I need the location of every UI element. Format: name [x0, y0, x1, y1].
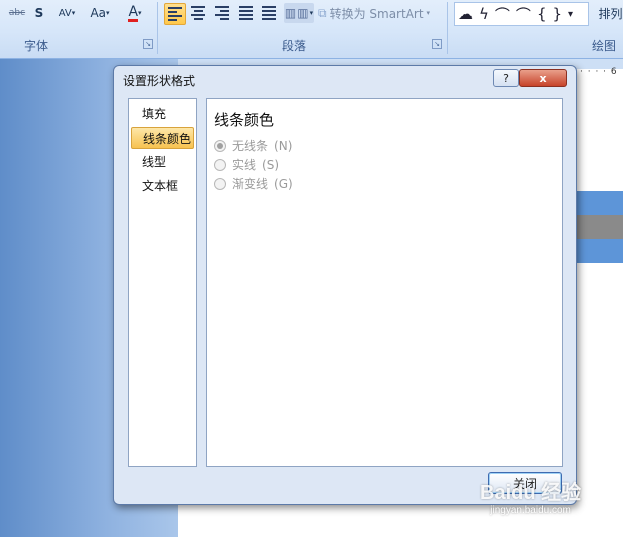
left-brace-icon[interactable]: { [537, 5, 547, 23]
solid-line-option[interactable]: 实线 (S) [214, 156, 279, 173]
smartart-icon: ⧉ [318, 5, 327, 20]
text-shadow-button[interactable]: S [30, 3, 48, 23]
no-line-option[interactable]: 无线条 (N) [214, 137, 292, 154]
gallery-more-icon[interactable]: ▾ [568, 9, 573, 20]
table-fragment[interactable] [572, 191, 623, 263]
watermark: Baidu 经验 jingyan.baidu.com [480, 476, 581, 516]
radio-button[interactable] [214, 139, 226, 152]
arc-shape-icon[interactable]: ⌒ [495, 4, 510, 25]
arrange-button[interactable]: 排列 [598, 3, 623, 23]
category-line-style[interactable]: 线型 [131, 151, 194, 173]
align-left-button[interactable] [164, 3, 186, 25]
ribbon: abc S AV ▾ Aa ▾ A ▾ 字体 ↘ ▥▥ ▾ ⧉ 转换为 SmartArt… [0, 0, 623, 59]
character-spacing-label: AV [58, 7, 72, 19]
radio-button[interactable] [214, 177, 226, 190]
strikethrough-button[interactable]: abc [6, 3, 28, 23]
option-label: 无线条 [232, 139, 269, 153]
chevron-down-icon: ▾ [426, 9, 431, 17]
category-list: 填充 线条颜色 线型 文本框 [128, 98, 197, 467]
change-case-button[interactable]: Aa ▾ [85, 3, 115, 23]
paragraph-group-label: 段落 [282, 39, 307, 53]
option-label: 实线 [232, 158, 257, 172]
cloud-shape-icon[interactable]: ☁ [458, 5, 473, 23]
font-color-button[interactable]: A ▾ [119, 3, 151, 23]
font-group-label: 字体 [24, 39, 49, 53]
ruler-tick-label: · · · · 6 [580, 67, 618, 77]
align-left-icon [168, 7, 182, 21]
access-key: (S) [262, 157, 280, 172]
format-shape-dialog: 设置形状格式 ? x 填充 线条颜色 线型 文本框 线条颜色 无线条 (N) 实… [113, 65, 577, 505]
freeform-shape-icon[interactable]: ϟ [479, 5, 489, 23]
access-key: (N) [274, 138, 293, 153]
category-text-box[interactable]: 文本框 [131, 175, 194, 197]
table-row [572, 239, 623, 263]
distributed-icon [262, 6, 276, 20]
watermark-logo: Baidu 经验 [480, 482, 582, 504]
shapes-gallery[interactable]: ☁ ϟ ⌒ ⌒ { } ▾ [454, 2, 589, 26]
align-right-icon [215, 6, 229, 20]
wave-shape-icon[interactable]: ⌒ [516, 4, 531, 25]
options-panel: 线条颜色 无线条 (N) 实线 (S) 渐变线 (G) [206, 98, 563, 467]
font-color-label: A [128, 3, 139, 22]
columns-button[interactable]: ▥▥ ▾ [284, 3, 314, 23]
chevron-down-icon: ▾ [71, 9, 76, 17]
watermark-url: jingyan.baidu.com [490, 505, 571, 516]
close-icon[interactable]: x [519, 69, 567, 87]
chevron-down-icon: ▾ [309, 9, 314, 17]
group-divider [157, 2, 158, 54]
category-line-color[interactable]: 线条颜色 [131, 127, 194, 149]
convert-smartart-button[interactable]: ⧉ 转换为 SmartArt ▾ [318, 3, 430, 23]
paragraph-dialog-launcher-icon[interactable]: ↘ [432, 39, 442, 49]
convert-smartart-label: 转换为 SmartArt [329, 6, 424, 21]
chevron-down-icon: ▾ [106, 9, 110, 17]
category-fill[interactable]: 填充 [131, 103, 194, 125]
distributed-button[interactable] [259, 3, 279, 23]
change-case-label: Aa [90, 6, 107, 20]
align-center-icon [191, 6, 205, 20]
align-center-button[interactable] [188, 3, 208, 23]
drawing-group-label: 绘图 [592, 39, 617, 53]
gradient-line-option[interactable]: 渐变线 (G) [214, 175, 293, 192]
justify-button[interactable] [236, 3, 256, 23]
font-dialog-launcher-icon[interactable]: ↘ [143, 39, 153, 49]
radio-button[interactable] [214, 158, 226, 171]
right-brace-icon[interactable]: } [552, 5, 562, 23]
table-row [572, 191, 623, 215]
group-divider [447, 2, 448, 54]
option-label: 渐变线 [232, 177, 269, 191]
section-title: 线条颜色 [214, 111, 275, 129]
table-row [572, 215, 623, 239]
chevron-down-icon: ▾ [138, 9, 142, 17]
columns-icon: ▥▥ [284, 6, 310, 20]
help-button[interactable]: ? [493, 69, 519, 87]
justify-icon [239, 6, 253, 20]
character-spacing-button[interactable]: AV ▾ [52, 3, 82, 23]
ruler-number: 6 [610, 67, 618, 77]
access-key: (G) [274, 176, 293, 191]
dialog-title: 设置形状格式 [123, 74, 196, 88]
align-right-button[interactable] [212, 3, 232, 23]
